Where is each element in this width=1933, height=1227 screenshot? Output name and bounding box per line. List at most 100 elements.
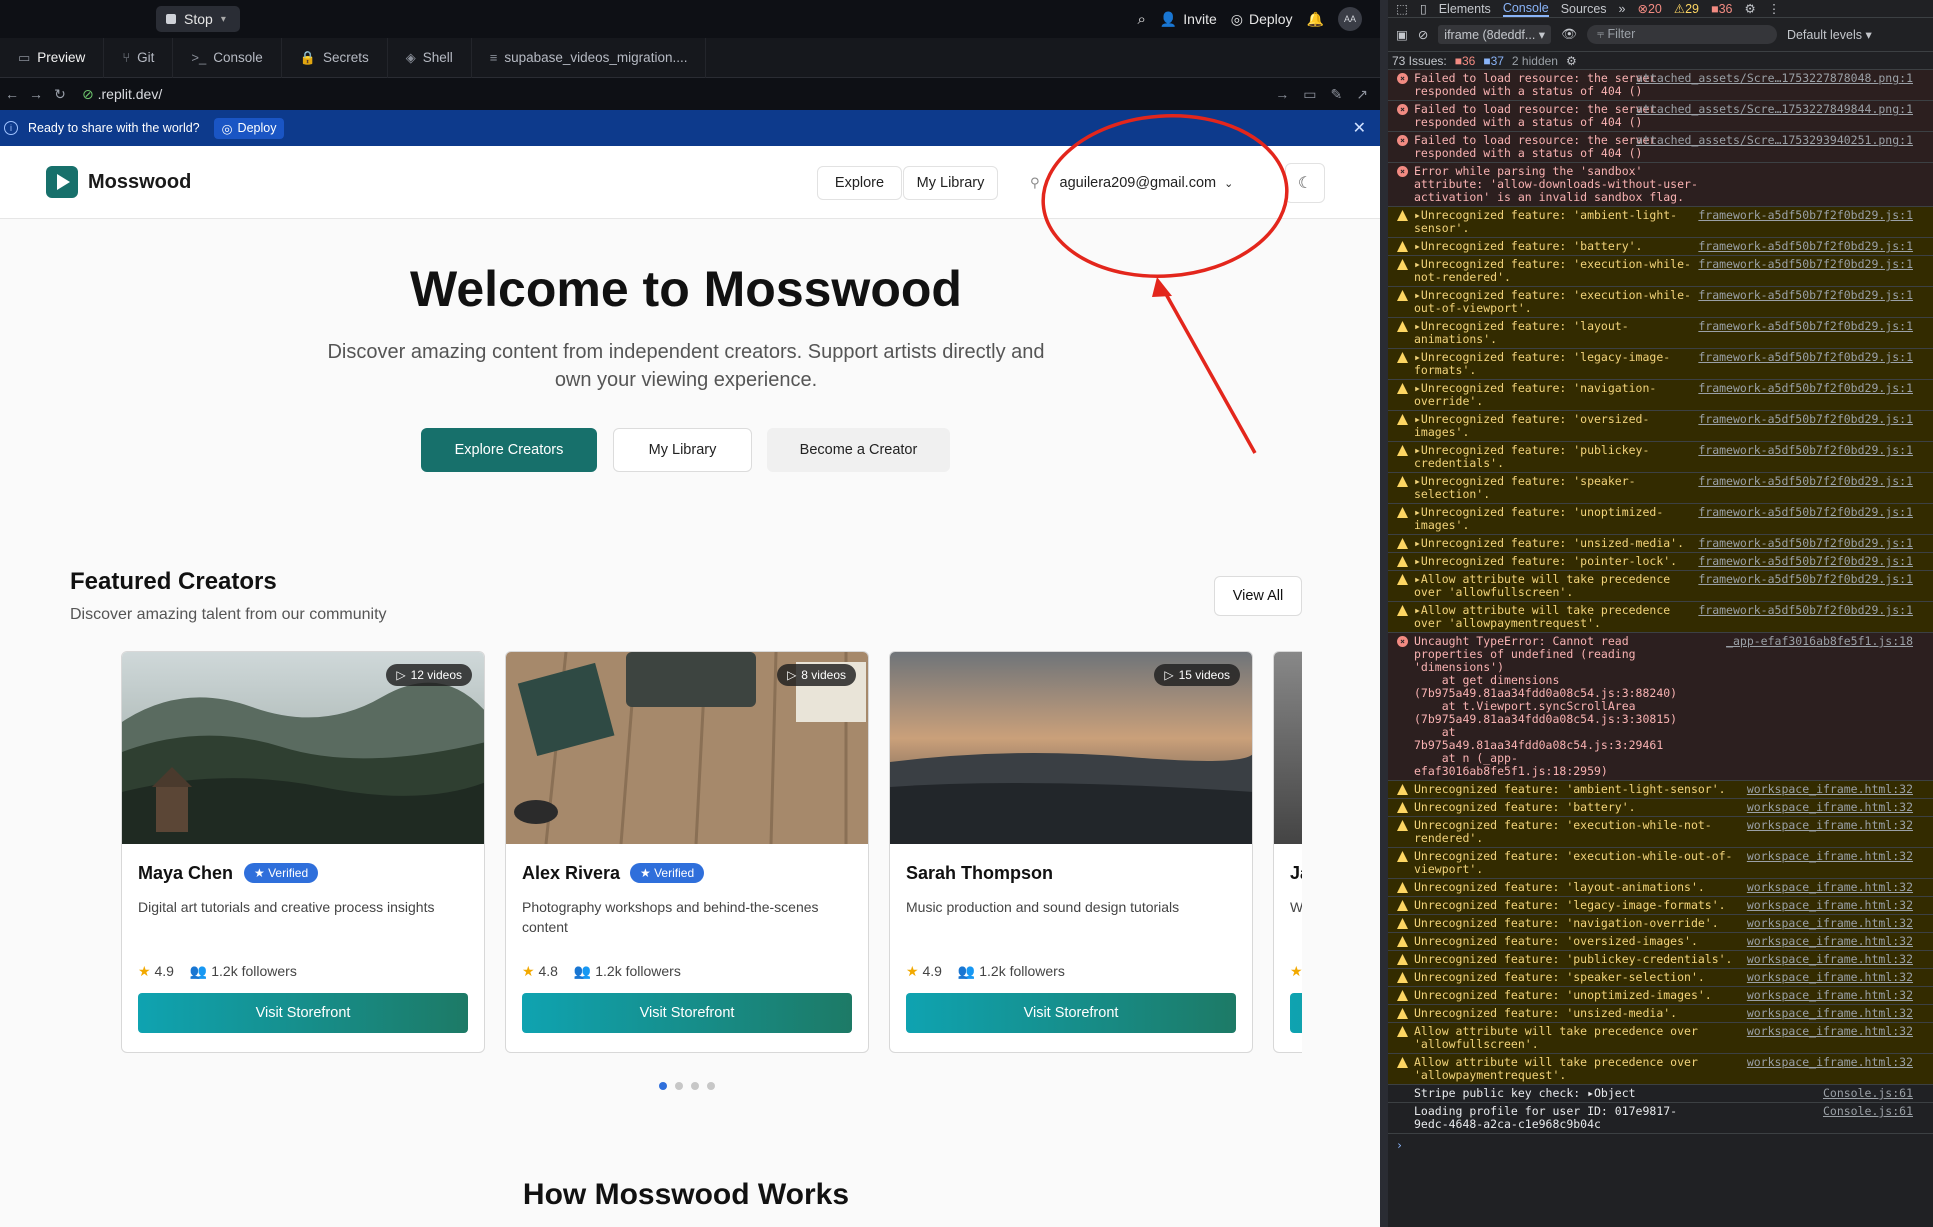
console-source-link[interactable]: framework-a5df50b7f2f0bd29.js:1 [1698, 320, 1913, 333]
console-source-link[interactable]: framework-a5df50b7f2f0bd29.js:1 [1698, 258, 1913, 271]
console-message[interactable]: Allow attribute will take precedence ove… [1388, 1054, 1933, 1085]
visit-storefront-button[interactable]: Visit Storefront [906, 993, 1236, 1033]
creator-card[interactable]: ▷ 12 videos Maya Chen ★ Verified Digital … [121, 651, 485, 1053]
console-message[interactable]: ▸Unrecognized feature: 'ambient-light-se… [1388, 207, 1933, 238]
creator-card[interactable]: ▷ 8 videos Alex Rivera ★ Verified Photogr… [505, 651, 869, 1053]
carousel-dot[interactable] [675, 1082, 683, 1090]
console-source-link[interactable]: framework-a5df50b7f2f0bd29.js:1 [1698, 537, 1913, 550]
tab-sources[interactable]: Sources [1561, 2, 1607, 16]
console-message[interactable]: Unrecognized feature: 'unsized-media'. wo… [1388, 1005, 1933, 1023]
console-source-link[interactable]: framework-a5df50b7f2f0bd29.js:1 [1698, 209, 1913, 222]
console-source-link[interactable]: Console.js:61 [1823, 1105, 1913, 1118]
console-message[interactable]: ▸Allow attribute will take precedence ov… [1388, 571, 1933, 602]
console-source-link[interactable]: framework-a5df50b7f2f0bd29.js:1 [1698, 413, 1913, 426]
console-message[interactable]: Unrecognized feature: 'unoptimized-image… [1388, 987, 1933, 1005]
console-source-link[interactable]: framework-a5df50b7f2f0bd29.js:1 [1698, 475, 1913, 488]
console-message[interactable]: Loading profile for user ID: 017e9817-9e… [1388, 1103, 1933, 1134]
invite-button[interactable]: 👤 Invite [1160, 11, 1217, 28]
issue-count[interactable]: ■36 [1711, 2, 1732, 16]
console-source-link[interactable]: workspace_iframe.html:32 [1747, 801, 1913, 814]
carousel-dot[interactable] [659, 1082, 667, 1090]
console-message[interactable]: Unrecognized feature: 'legacy-image-form… [1388, 897, 1933, 915]
carousel-dot[interactable] [707, 1082, 715, 1090]
console-message[interactable]: × Failed to load resource: the server res… [1388, 101, 1933, 132]
more-vert-icon[interactable]: ⋮ [1768, 1, 1781, 16]
console-source-link[interactable]: attached_assets/Scre…1753227878048.png:1 [1636, 72, 1913, 85]
console-source-link[interactable]: attached_assets/Scre…1753293940251.png:1 [1636, 134, 1913, 147]
visit-storefront-button[interactable]: Visit Storefront [138, 993, 468, 1033]
console-source-link[interactable]: workspace_iframe.html:32 [1747, 953, 1913, 966]
brand-logo[interactable]: Mosswood [46, 166, 191, 198]
creator-card[interactable]: Ja W ★ [1273, 651, 1302, 1053]
url-field[interactable]: ⊘ .replit.dev/ [82, 86, 162, 103]
visit-storefront-button[interactable] [1290, 993, 1302, 1033]
console-source-link[interactable]: workspace_iframe.html:32 [1747, 881, 1913, 894]
console-source-link[interactable]: framework-a5df50b7f2f0bd29.js:1 [1698, 555, 1913, 568]
console-prompt[interactable]: › [1388, 1134, 1933, 1156]
external-link-icon[interactable]: ↗ [1356, 86, 1368, 103]
devices-icon[interactable]: ▭ [1303, 86, 1316, 103]
console-message[interactable]: ▸Unrecognized feature: 'execution-while-… [1388, 287, 1933, 318]
console-source-link[interactable]: workspace_iframe.html:32 [1747, 989, 1913, 1002]
console-source-link[interactable]: framework-a5df50b7f2f0bd29.js:1 [1698, 351, 1913, 364]
tab-shell[interactable]: ◈ Shell [388, 37, 472, 78]
reload-icon[interactable]: ↻ [48, 86, 72, 103]
moon-icon[interactable]: ☾ [1285, 163, 1325, 203]
console-source-link[interactable]: workspace_iframe.html:32 [1747, 1007, 1913, 1020]
console-message[interactable]: ▸Unrecognized feature: 'layout-animation… [1388, 318, 1933, 349]
console-message[interactable]: × Error while parsing the 'sandbox' attri… [1388, 163, 1933, 207]
console-source-link[interactable]: _app-efaf3016ab8fe5f1.js:18 [1726, 635, 1913, 648]
visit-storefront-button[interactable]: Visit Storefront [522, 993, 852, 1033]
device-icon[interactable]: ▯ [1420, 1, 1427, 16]
error-count[interactable]: ⊗20 [1638, 1, 1662, 16]
back-icon[interactable]: ← [0, 86, 24, 102]
creator-card[interactable]: ▷ 15 videos Sarah Thompson Music producti… [889, 651, 1253, 1053]
console-message[interactable]: ▸Unrecognized feature: 'legacy-image-for… [1388, 349, 1933, 380]
tab-elements[interactable]: Elements [1439, 2, 1491, 16]
console-message[interactable]: Unrecognized feature: 'layout-animations… [1388, 879, 1933, 897]
console-message[interactable]: ▸Unrecognized feature: 'battery'. framewo… [1388, 238, 1933, 256]
tab-console[interactable]: >_ Console [173, 37, 282, 78]
warning-count[interactable]: ⚠29 [1674, 1, 1699, 16]
console-source-link[interactable]: workspace_iframe.html:32 [1747, 819, 1913, 832]
filter-input[interactable]: ⫧ Filter [1586, 25, 1777, 44]
tab-preview[interactable]: ▭ Preview [0, 37, 105, 78]
stop-button[interactable]: Stop ▾ [156, 6, 240, 32]
inspect-icon[interactable]: ⬚ [1396, 1, 1408, 16]
console-source-link[interactable]: workspace_iframe.html:32 [1747, 1025, 1913, 1038]
console-message[interactable]: ▸Unrecognized feature: 'navigation-overr… [1388, 380, 1933, 411]
console-source-link[interactable]: workspace_iframe.html:32 [1747, 1056, 1913, 1069]
explore-creators-button[interactable]: Explore Creators [421, 428, 597, 472]
console-source-link[interactable]: framework-a5df50b7f2f0bd29.js:1 [1698, 604, 1913, 617]
eye-icon[interactable]: 👁 [1561, 27, 1577, 42]
console-source-link[interactable]: workspace_iframe.html:32 [1747, 850, 1913, 863]
bell-icon[interactable]: 🔔 [1307, 11, 1324, 28]
tab-secrets[interactable]: 🔒 Secrets [282, 37, 388, 78]
console-source-link[interactable]: framework-a5df50b7f2f0bd29.js:1 [1698, 240, 1913, 253]
console-source-link[interactable]: workspace_iframe.html:32 [1747, 971, 1913, 984]
issues-bar[interactable]: 73 Issues: ■36 ■37 2 hidden ⚙ [1388, 52, 1933, 70]
console-source-link[interactable]: workspace_iframe.html:32 [1747, 935, 1913, 948]
console-message[interactable]: Unrecognized feature: 'execution-while-n… [1388, 817, 1933, 848]
console-message[interactable]: Unrecognized feature: 'battery'. workspac… [1388, 799, 1933, 817]
tab-migration-file[interactable]: ≡ supabase_videos_migration.... [472, 37, 707, 78]
settings-icon[interactable]: ⚙ [1744, 1, 1755, 16]
console-source-link[interactable]: framework-a5df50b7f2f0bd29.js:1 [1698, 444, 1913, 457]
panel-divider[interactable] [1380, 0, 1388, 1227]
console-message[interactable]: Allow attribute will take precedence ove… [1388, 1023, 1933, 1054]
tab-git[interactable]: ⑂ Git [104, 37, 174, 78]
console-source-link[interactable]: workspace_iframe.html:32 [1747, 917, 1913, 930]
search-icon[interactable]: ⌕ [1137, 11, 1145, 28]
levels-select[interactable]: Default levels ▾ [1787, 27, 1872, 42]
console-message[interactable]: Unrecognized feature: 'execution-while-o… [1388, 848, 1933, 879]
close-icon[interactable]: ✕ [1353, 118, 1366, 138]
console-message[interactable]: ▸Unrecognized feature: 'execution-while-… [1388, 256, 1933, 287]
tab-console[interactable]: Console [1502, 1, 1549, 17]
console-message[interactable]: × Uncaught TypeError: Cannot read propert… [1388, 633, 1933, 781]
more-tabs-icon[interactable]: » [1619, 2, 1626, 16]
console-message[interactable]: Unrecognized feature: 'ambient-light-sen… [1388, 781, 1933, 799]
gear-icon[interactable]: ⚙ [1566, 54, 1577, 68]
console-message[interactable]: ▸Unrecognized feature: 'unoptimized-imag… [1388, 504, 1933, 535]
console-message[interactable]: Unrecognized feature: 'navigation-overri… [1388, 915, 1933, 933]
view-all-button[interactable]: View All [1214, 576, 1302, 616]
